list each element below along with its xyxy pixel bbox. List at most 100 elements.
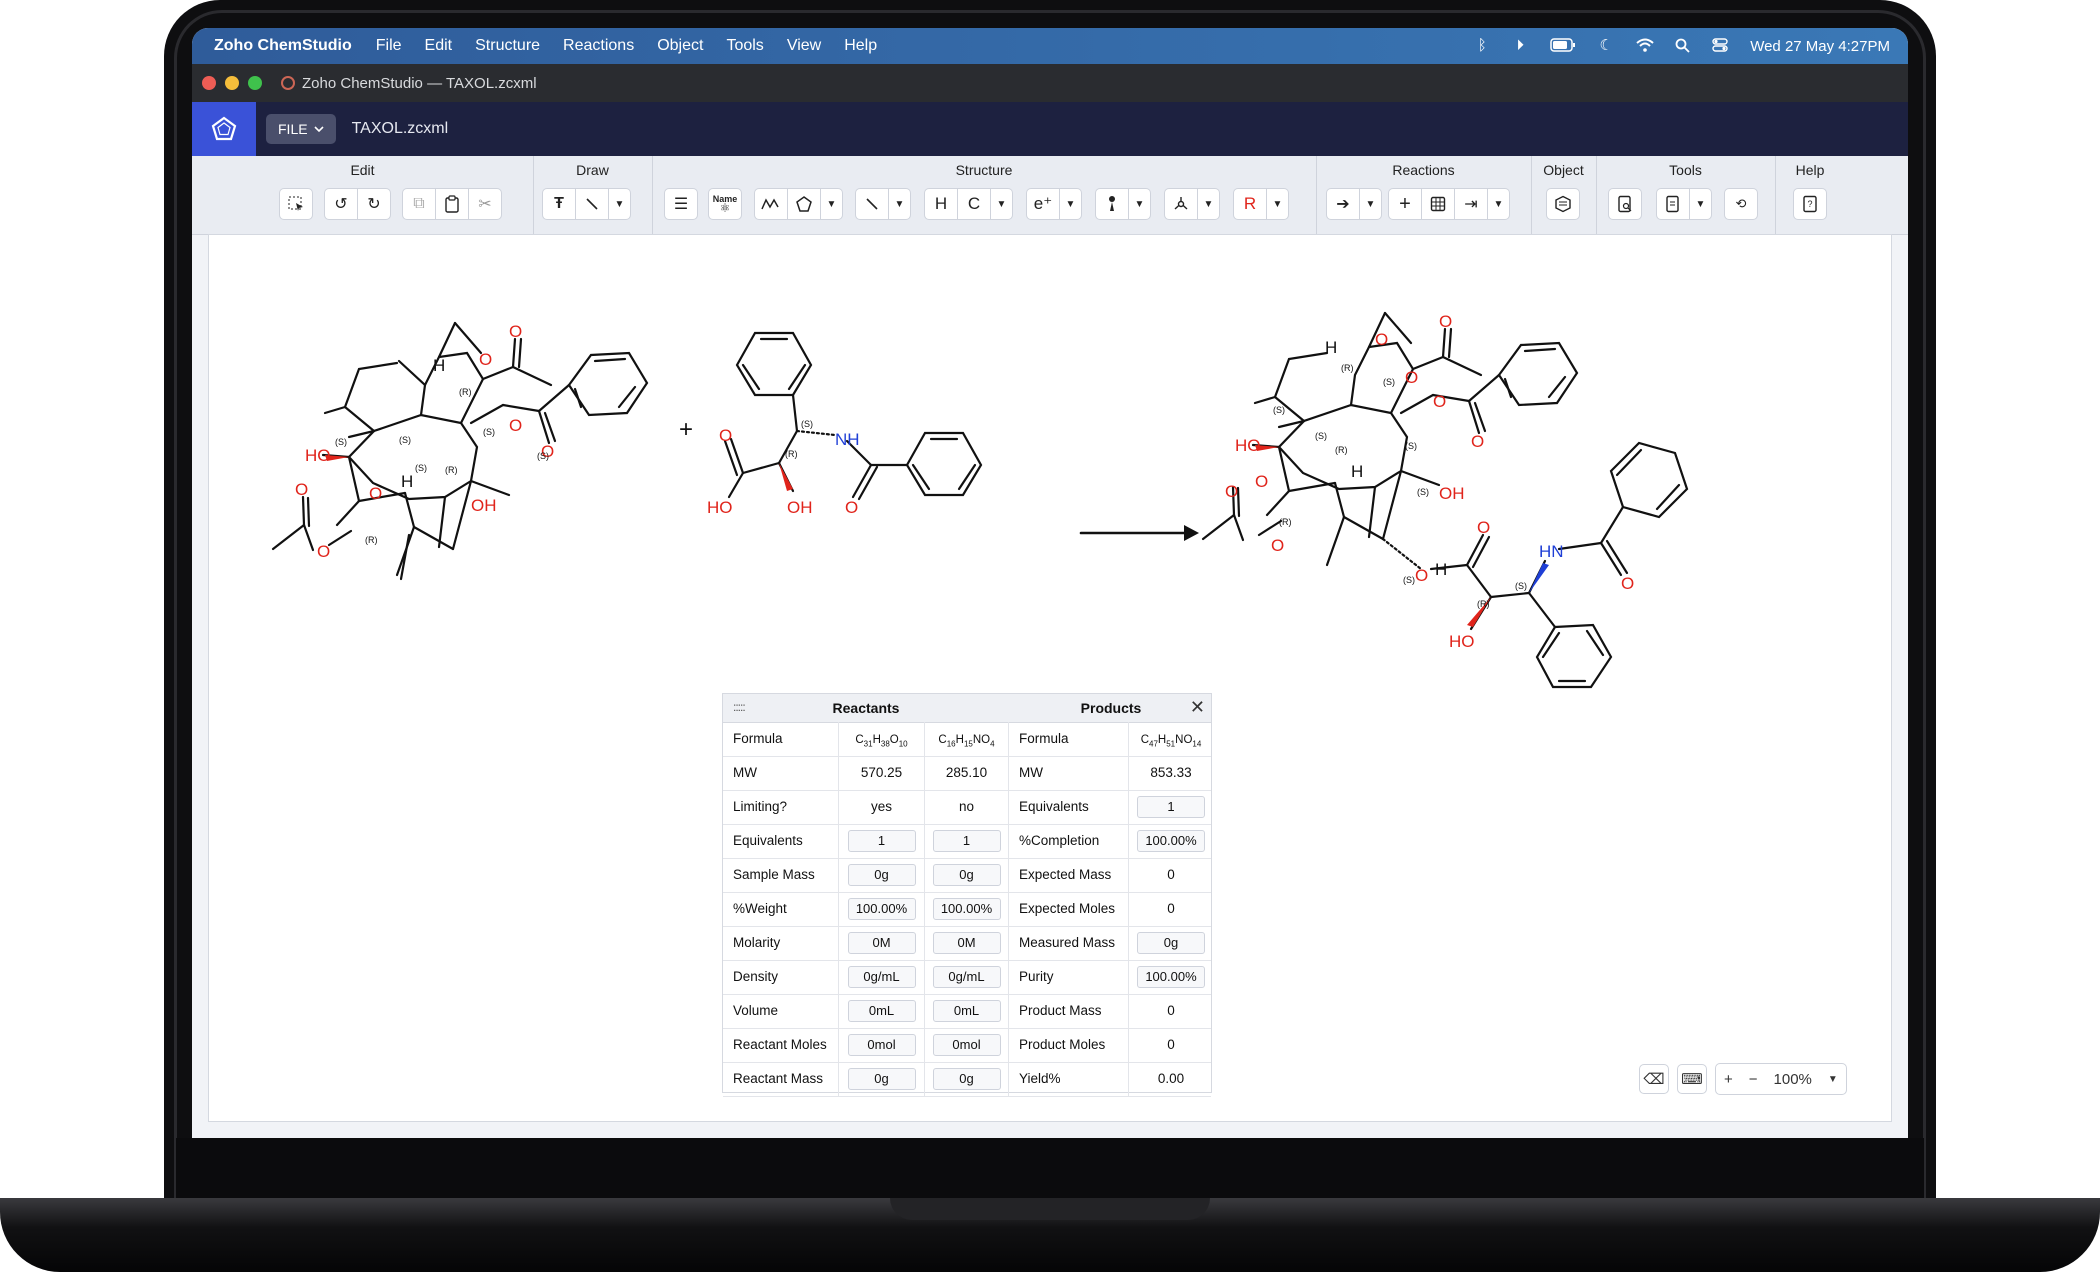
value-input[interactable]: 0mL [847,1000,916,1022]
bond-tool-button[interactable] [855,188,889,220]
r-group-tool-button[interactable]: R [1233,188,1267,220]
menu-edit[interactable]: Edit [425,37,453,55]
value-input[interactable]: 0g [847,1068,916,1090]
value-input[interactable]: 1 [847,830,916,852]
ring-dropdown-button[interactable]: ▼ [821,188,843,220]
cut-button[interactable]: ✂ [468,188,502,220]
menubar-datetime[interactable]: Wed 27 May 4:27PM [1750,38,1890,55]
line-tool-button[interactable] [575,188,609,220]
menu-view[interactable]: View [787,37,821,55]
layers-button[interactable]: ☰ [664,188,698,220]
draw-dropdown-button[interactable]: ▼ [609,188,631,220]
file-menu-button[interactable]: FILE [266,114,336,144]
object-button[interactable] [1546,188,1580,220]
zoom-out-icon[interactable]: − [1741,1071,1766,1088]
ring-tool-button[interactable] [787,188,821,220]
close-window-button[interactable] [202,76,216,90]
name-to-structure-button[interactable]: Name ⚛ [708,188,742,220]
moon-icon[interactable]: ☾ [1598,38,1614,54]
bluetooth-icon[interactable]: ᛒ [1474,38,1490,54]
document-name[interactable]: TAXOL.zcxml [352,120,449,138]
value-input[interactable]: 0mol [932,1034,1001,1056]
value-input[interactable]: 0g [932,1068,1001,1090]
r-group-dropdown-button[interactable]: ▼ [1267,188,1289,220]
undo-icon: ↺ [334,196,348,213]
zoom-in-icon[interactable]: + [1716,1071,1741,1088]
row-value: 0g [839,1062,925,1096]
search-icon[interactable] [1674,38,1690,54]
drawing-canvas[interactable]: + H O O O O HO O OH O O H (R) (S) (S) (S… [208,234,1892,1122]
export-button[interactable] [1656,188,1690,220]
value-input[interactable]: 100.00% [932,898,1001,920]
value-input[interactable]: 0M [847,932,916,954]
menubar-app-name[interactable]: Zoho ChemStudio [214,37,352,55]
chevron-down-icon[interactable]: ▼ [1820,1074,1846,1085]
value-input[interactable]: 0mol [847,1034,916,1056]
reaction-table-button[interactable] [1421,188,1455,220]
carbon-atom-button[interactable]: C [957,188,991,220]
zoom-window-button[interactable] [248,76,262,90]
minimize-window-button[interactable] [225,76,239,90]
reactions-dropdown-button[interactable]: ▼ [1488,188,1510,220]
copy-button[interactable]: ⧉ [402,188,436,220]
menu-object[interactable]: Object [657,37,703,55]
wedge-dropdown-button[interactable]: ▼ [1129,188,1151,220]
stereo-label: (R) [365,535,378,545]
wifi-icon[interactable] [1636,38,1654,54]
arrow-dropdown-button[interactable]: ▼ [1360,188,1382,220]
value-input[interactable]: 100.00% [1137,966,1205,988]
help-button[interactable]: ? [1793,188,1827,220]
value-input[interactable]: 100.00% [847,898,916,920]
atom-label: OH [471,496,497,515]
battery-icon[interactable] [1550,38,1576,54]
menu-help[interactable]: Help [844,37,877,55]
value-input[interactable]: 0g/mL [847,966,916,988]
value-input[interactable]: 100.00% [1137,830,1205,852]
close-panel-icon[interactable]: ✕ [1190,697,1205,718]
template-tool-button[interactable] [1164,188,1198,220]
reaction-plus-button[interactable]: + [1388,188,1422,220]
menu-reactions[interactable]: Reactions [563,37,634,55]
atom-dropdown-button[interactable]: ▼ [991,188,1013,220]
value-input[interactable]: 0M [932,932,1001,954]
menu-tools[interactable]: Tools [726,37,763,55]
control-center-icon[interactable] [1712,38,1728,54]
charge-dropdown-button[interactable]: ▼ [1060,188,1082,220]
hydrogen-atom-button[interactable]: H [924,188,958,220]
value-input[interactable]: 0g/mL [932,966,1001,988]
value-input[interactable]: 1 [1137,796,1205,818]
reaction-arrow-button[interactable]: ➔ [1326,188,1360,220]
atom-label: O [479,350,492,369]
zoom-level[interactable]: 100% [1766,1071,1820,1088]
home-logo[interactable] [192,102,256,156]
value-input[interactable]: 0mL [932,1000,1001,1022]
paste-button[interactable] [435,188,469,220]
text-tool-button[interactable]: Ŧ [542,188,576,220]
search-structure-button[interactable] [1608,188,1642,220]
select-tool-button[interactable] [279,188,313,220]
atom-label: O [317,542,330,561]
value-input[interactable]: 0g [1137,932,1205,954]
reactant-2-structure[interactable] [723,331,983,501]
menu-file[interactable]: File [376,37,402,55]
caret-down-icon: ▼ [996,198,1007,210]
bond-dropdown-button[interactable]: ▼ [889,188,911,220]
value-input[interactable]: 0g [847,864,916,886]
keyboard-button[interactable]: ⌨ [1677,1064,1707,1094]
redo-button[interactable]: ↻ [357,188,391,220]
play-icon[interactable]: ⏵ [1512,38,1528,54]
chain-tool-button[interactable] [754,188,788,220]
charge-tool-button[interactable]: e⁺ [1026,188,1060,220]
wedge-tool-button[interactable] [1095,188,1129,220]
redo-icon: ↻ [367,196,381,213]
menu-structure[interactable]: Structure [475,37,540,55]
template-dropdown-button[interactable]: ▼ [1198,188,1220,220]
3d-view-button[interactable]: ⟲ [1724,188,1758,220]
reaction-map-button[interactable]: ⇥ [1454,188,1488,220]
value-input[interactable]: 1 [932,830,1001,852]
value-input[interactable]: 0g [932,864,1001,886]
tools-dropdown-button[interactable]: ▼ [1690,188,1712,220]
reaction-scheme[interactable]: + H O O O O HO O OH O O H (R) (S) (S) (S… [209,235,1893,735]
undo-button[interactable]: ↺ [324,188,358,220]
eraser-button[interactable]: ⌫ [1639,1064,1669,1094]
